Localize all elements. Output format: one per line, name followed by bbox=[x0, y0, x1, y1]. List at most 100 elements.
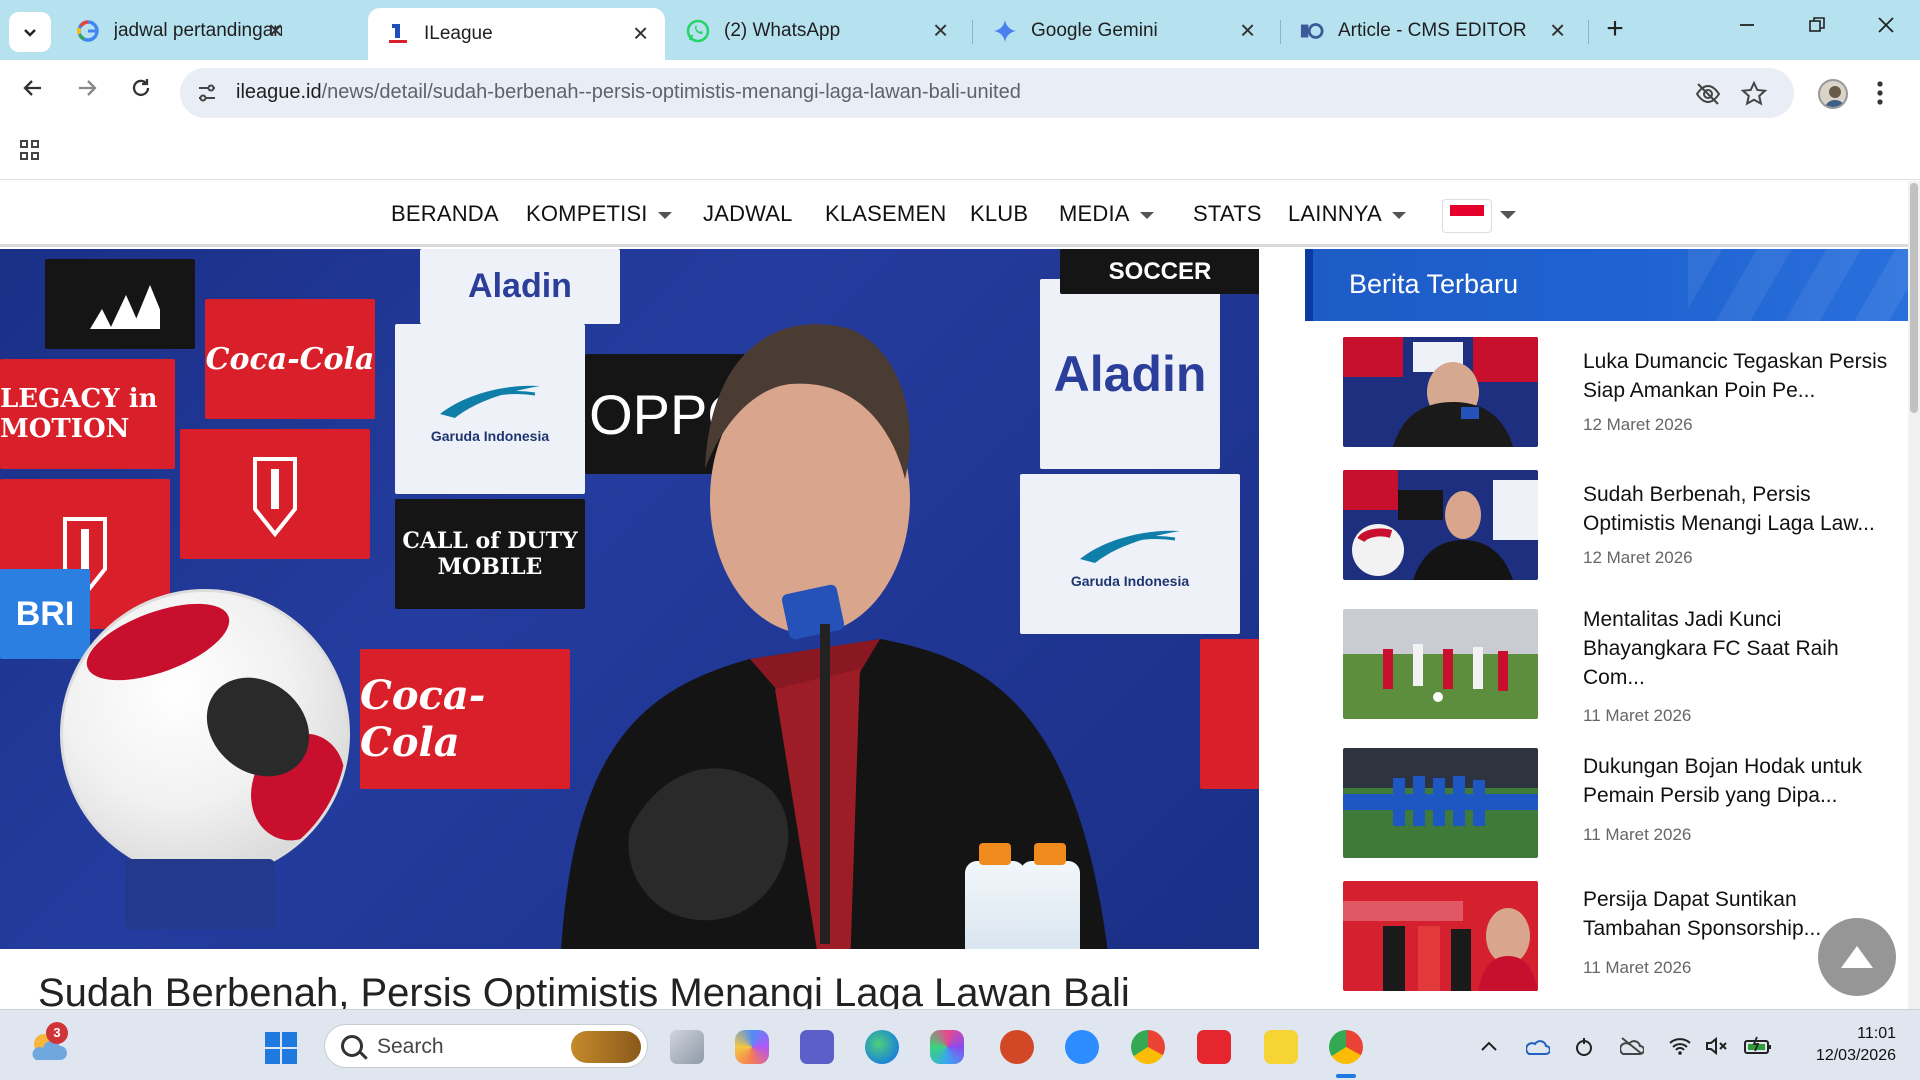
battery-charging-icon[interactable] bbox=[1743, 1036, 1773, 1062]
tab-ileague[interactable]: ILeague ✕ bbox=[368, 8, 665, 60]
article-hero-image: Coca-Cola Aladin LEGACY in MOTION Garuda… bbox=[0, 249, 1259, 949]
wps-icon[interactable] bbox=[1197, 1030, 1231, 1064]
scrollbar-thumb[interactable] bbox=[1910, 183, 1918, 413]
adidas-logo bbox=[45, 259, 195, 349]
news-title[interactable]: Luka Dumancic Tegaskan Persis Siap Amank… bbox=[1583, 347, 1893, 405]
reload-button[interactable] bbox=[124, 76, 158, 107]
chrome-profile-icon[interactable] bbox=[1329, 1030, 1363, 1078]
tab-title: Article - CMS EDITOR bbox=[1338, 20, 1527, 41]
tab-google-search[interactable]: jadwal pertandingan super ✕ bbox=[58, 10, 300, 52]
news-thumbnail[interactable] bbox=[1343, 748, 1538, 858]
news-title[interactable]: Dukungan Bojan Hodak untuk Pemain Persib… bbox=[1583, 752, 1893, 810]
match-ball bbox=[60, 589, 350, 879]
caret-down-icon[interactable] bbox=[1500, 211, 1516, 219]
zoom-icon[interactable] bbox=[1065, 1030, 1099, 1064]
news-date: 11 Maret 2026 bbox=[1583, 706, 1692, 725]
address-bar[interactable]: ileague.id/news/detail/sudah-berbenah--p… bbox=[180, 68, 1794, 118]
taskbar-search[interactable]: Search bbox=[324, 1024, 648, 1068]
cms-editor-icon bbox=[1300, 19, 1324, 43]
volume-muted-icon[interactable] bbox=[1705, 1036, 1729, 1062]
start-button[interactable] bbox=[265, 1032, 297, 1064]
news-thumbnail[interactable] bbox=[1343, 609, 1538, 719]
page-scrollbar[interactable] bbox=[1908, 181, 1920, 1009]
sponsor-tile: LEGACY in MOTION bbox=[0, 359, 175, 469]
close-icon[interactable]: ✕ bbox=[267, 19, 284, 44]
back-button[interactable] bbox=[16, 76, 50, 107]
windows-taskbar: 3 Search 11:01 12/03/2026 bbox=[0, 1009, 1920, 1080]
news-item[interactable]: Luka Dumancic Tegaskan Persis Siap Amank… bbox=[1343, 337, 1903, 449]
arrow-right-icon bbox=[79, 80, 97, 96]
powerpoint-icon[interactable] bbox=[1000, 1030, 1034, 1064]
nav-klub[interactable]: KLUB bbox=[970, 201, 1028, 227]
close-icon[interactable]: ✕ bbox=[632, 22, 649, 47]
sponsor-tile: Coca-Cola bbox=[205, 299, 375, 419]
news-item[interactable]: Sudah Berbenah, Persis Optimistis Menang… bbox=[1343, 470, 1903, 582]
copilot-icon[interactable] bbox=[735, 1030, 769, 1064]
url-path: /news/detail/sudah-berbenah--persis-opti… bbox=[321, 81, 1021, 103]
more-vertical-icon bbox=[1877, 81, 1883, 105]
news-title[interactable]: Sudah Berbenah, Persis Optimistis Menang… bbox=[1583, 480, 1893, 538]
cloud-off-icon[interactable] bbox=[1619, 1036, 1645, 1062]
reload-icon bbox=[132, 79, 150, 97]
teams-icon[interactable] bbox=[800, 1030, 834, 1064]
news-date: 11 Maret 2026 bbox=[1583, 958, 1692, 977]
caret-down-icon bbox=[1139, 211, 1154, 219]
apps-grid-icon[interactable] bbox=[20, 140, 40, 160]
restore-button[interactable] bbox=[1797, 14, 1837, 40]
close-icon[interactable]: ✕ bbox=[1549, 19, 1566, 44]
minimize-button[interactable] bbox=[1727, 14, 1767, 40]
news-item[interactable]: Mentalitas Jadi Kunci Bhayangkara FC Saa… bbox=[1343, 608, 1903, 749]
tab-cms-editor[interactable]: Article - CMS EDITOR ✕ bbox=[1282, 10, 1582, 52]
news-item[interactable]: Dukungan Bojan Hodak untuk Pemain Persib… bbox=[1343, 748, 1903, 860]
nav-kompetisi[interactable]: KOMPETISI bbox=[526, 201, 672, 227]
vpn-icon[interactable] bbox=[1574, 1036, 1594, 1064]
news-thumbnail[interactable] bbox=[1343, 470, 1538, 580]
indonesia-flag-icon[interactable] bbox=[1442, 199, 1492, 233]
web-page: BERANDA KOMPETISI JADWAL KLASEMEN KLUB M… bbox=[0, 181, 1920, 1009]
url-host: ileague.id bbox=[236, 81, 322, 103]
tab-search-button[interactable] bbox=[9, 12, 51, 52]
chrome-icon[interactable] bbox=[1131, 1030, 1165, 1064]
forward-button[interactable] bbox=[70, 76, 104, 107]
close-icon[interactable]: ✕ bbox=[932, 19, 949, 44]
chevron-up-icon[interactable] bbox=[1480, 1036, 1498, 1059]
bookmarks-bar bbox=[0, 120, 1920, 180]
news-date: 12 Maret 2026 bbox=[1583, 415, 1693, 434]
scroll-to-top-button[interactable] bbox=[1818, 918, 1896, 996]
nav-klasemen[interactable]: KLASEMEN bbox=[825, 201, 946, 227]
news-thumbnail[interactable] bbox=[1343, 881, 1538, 991]
browser-menu-button[interactable] bbox=[1876, 80, 1884, 113]
eye-off-icon[interactable] bbox=[1694, 80, 1722, 108]
site-info-icon[interactable] bbox=[194, 80, 220, 106]
wifi-icon[interactable] bbox=[1668, 1036, 1692, 1062]
coach-figure bbox=[561, 324, 1108, 949]
sticky-notes-icon[interactable] bbox=[1264, 1030, 1298, 1064]
nav-label: KOMPETISI bbox=[526, 201, 648, 226]
close-icon[interactable]: ✕ bbox=[1239, 19, 1256, 44]
edge-icon[interactable] bbox=[865, 1030, 899, 1064]
clock-date: 12/03/2026 bbox=[1815, 1047, 1896, 1064]
profile-avatar[interactable] bbox=[1818, 79, 1848, 109]
nav-media[interactable]: MEDIA bbox=[1059, 201, 1154, 227]
tab-title: Google Gemini bbox=[1031, 20, 1158, 41]
tab-title: jadwal pertandingan super bbox=[113, 20, 282, 41]
tab-whatsapp[interactable]: (2) WhatsApp ✕ bbox=[668, 10, 965, 52]
nav-lainnya[interactable]: LAINNYA bbox=[1288, 201, 1406, 227]
taskbar-clock[interactable]: 11:01 12/03/2026 bbox=[1796, 1023, 1896, 1067]
bookmark-star-icon[interactable] bbox=[1740, 80, 1768, 108]
close-window-button[interactable] bbox=[1866, 14, 1906, 40]
tab-gemini[interactable]: Google Gemini ✕ bbox=[975, 10, 1272, 52]
onedrive-icon[interactable] bbox=[1525, 1036, 1551, 1062]
nav-beranda[interactable]: BERANDA bbox=[391, 201, 499, 227]
search-label: Search bbox=[377, 1035, 444, 1058]
news-item[interactable]: Persija Dapat Suntikan Tambahan Sponsors… bbox=[1343, 881, 1903, 993]
m365-icon[interactable] bbox=[930, 1030, 964, 1064]
news-thumbnail[interactable] bbox=[1343, 337, 1538, 447]
new-tab-button[interactable]: + bbox=[1598, 12, 1632, 46]
news-title[interactable]: Mentalitas Jadi Kunci Bhayangkara FC Saa… bbox=[1583, 605, 1893, 692]
nav-jadwal[interactable]: JADWAL bbox=[703, 201, 793, 227]
news-date: 12 Maret 2026 bbox=[1583, 548, 1693, 567]
nav-stats[interactable]: STATS bbox=[1193, 201, 1262, 227]
file-explorer-icon[interactable] bbox=[670, 1030, 704, 1064]
avatar-icon bbox=[1825, 86, 1845, 107]
